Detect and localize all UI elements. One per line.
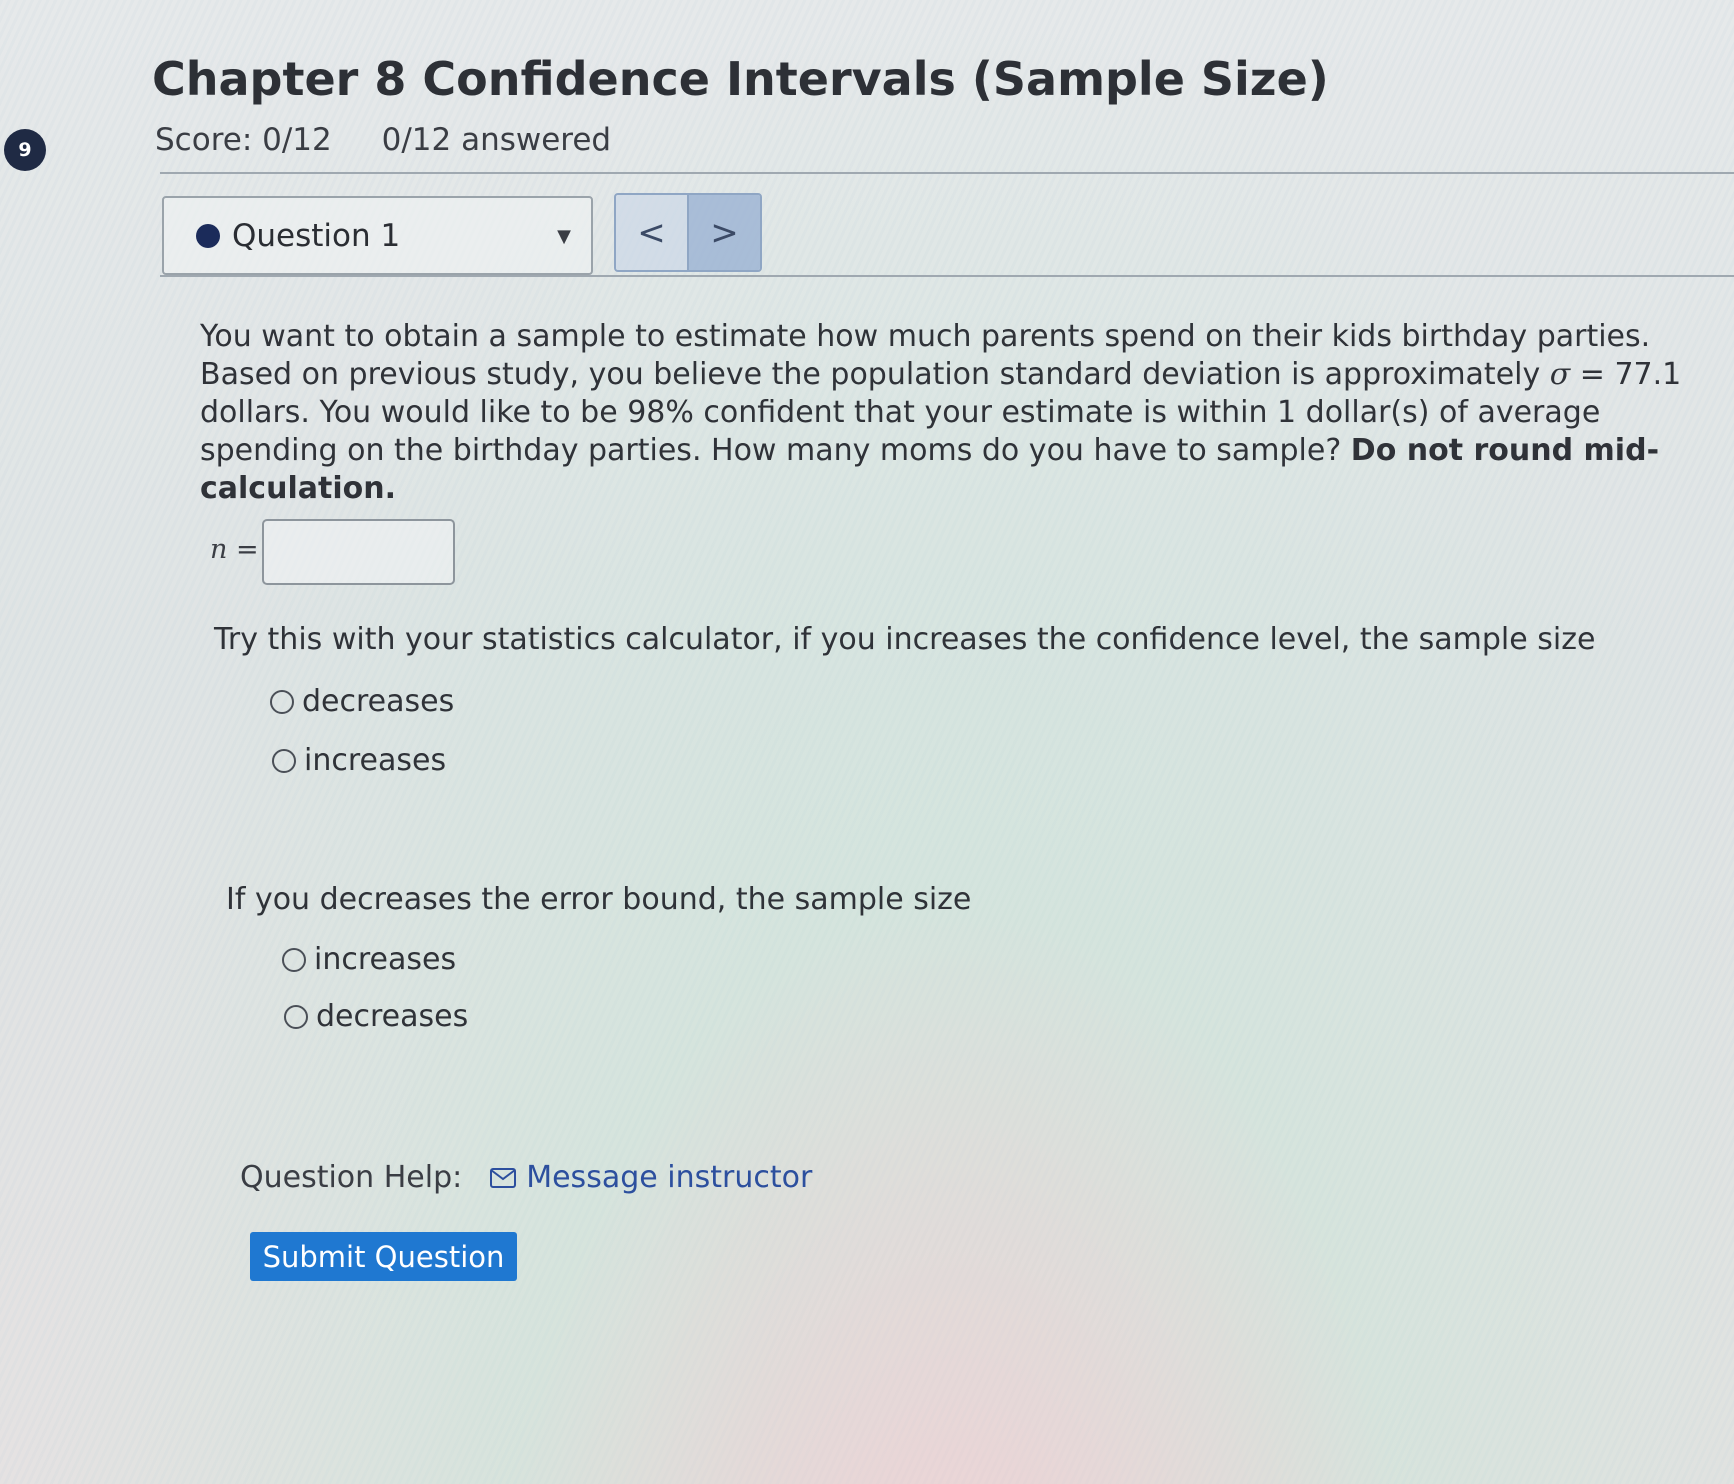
answered-count: 0/12 answered [381, 122, 612, 158]
n-equals: = [227, 534, 259, 565]
error-bound-question: If you decreases the error bound, the sa… [226, 882, 972, 917]
sigma-symbol: σ [1549, 357, 1571, 392]
radio-option-increases[interactable]: increases [272, 743, 446, 778]
sigma-value: = 77.1 [1570, 357, 1682, 392]
radio-button[interactable] [284, 1004, 308, 1029]
submit-question-button[interactable]: Submit Question [250, 1232, 517, 1281]
question-nav: < > [614, 193, 762, 272]
radio-option-increases[interactable]: increases [282, 942, 456, 977]
radio-option-decreases[interactable]: decreases [270, 684, 454, 719]
radio-option-label: increases [304, 743, 447, 778]
question-number-badge: 9 [4, 129, 46, 171]
radio-option-label: decreases [316, 999, 469, 1034]
radio-option-decreases[interactable]: decreases [284, 999, 468, 1034]
next-question-button[interactable]: > [689, 195, 760, 270]
score-text: Score: 0/12 [155, 122, 332, 158]
radio-button[interactable] [272, 748, 296, 773]
score-line: Score: 0/12 0/12 answered [155, 122, 611, 158]
question-prompt: You want to obtain a sample to estimate … [200, 318, 1710, 508]
sample-size-input[interactable] [262, 519, 455, 585]
page-title: Chapter 8 Confidence Intervals (Sample S… [152, 52, 1329, 106]
question-help-label: Question Help: [240, 1160, 463, 1195]
radio-option-label: increases [314, 942, 457, 977]
message-instructor-link[interactable]: Message instructor [526, 1160, 812, 1195]
confidence-level-question: Try this with your statistics calculator… [214, 622, 1596, 657]
divider-bottom [160, 275, 1734, 277]
status-dot-icon [196, 223, 220, 248]
radio-option-label: decreases [302, 684, 455, 719]
question-select-value: Question 1 [232, 217, 401, 254]
prompt-text-1: You want to obtain a sample to estimate … [200, 319, 1651, 392]
chevron-down-icon: ▼ [557, 226, 571, 247]
n-label: n = [210, 534, 259, 565]
mail-icon[interactable] [490, 1167, 517, 1188]
question-help: Question Help: Message instructor [240, 1160, 812, 1195]
question-select-dropdown[interactable]: Question 1 ▼ [162, 196, 593, 275]
previous-question-button[interactable]: < [616, 195, 689, 270]
divider-top [160, 172, 1734, 174]
n-variable: n [210, 534, 228, 565]
radio-button[interactable] [282, 947, 306, 972]
radio-button[interactable] [270, 689, 294, 714]
